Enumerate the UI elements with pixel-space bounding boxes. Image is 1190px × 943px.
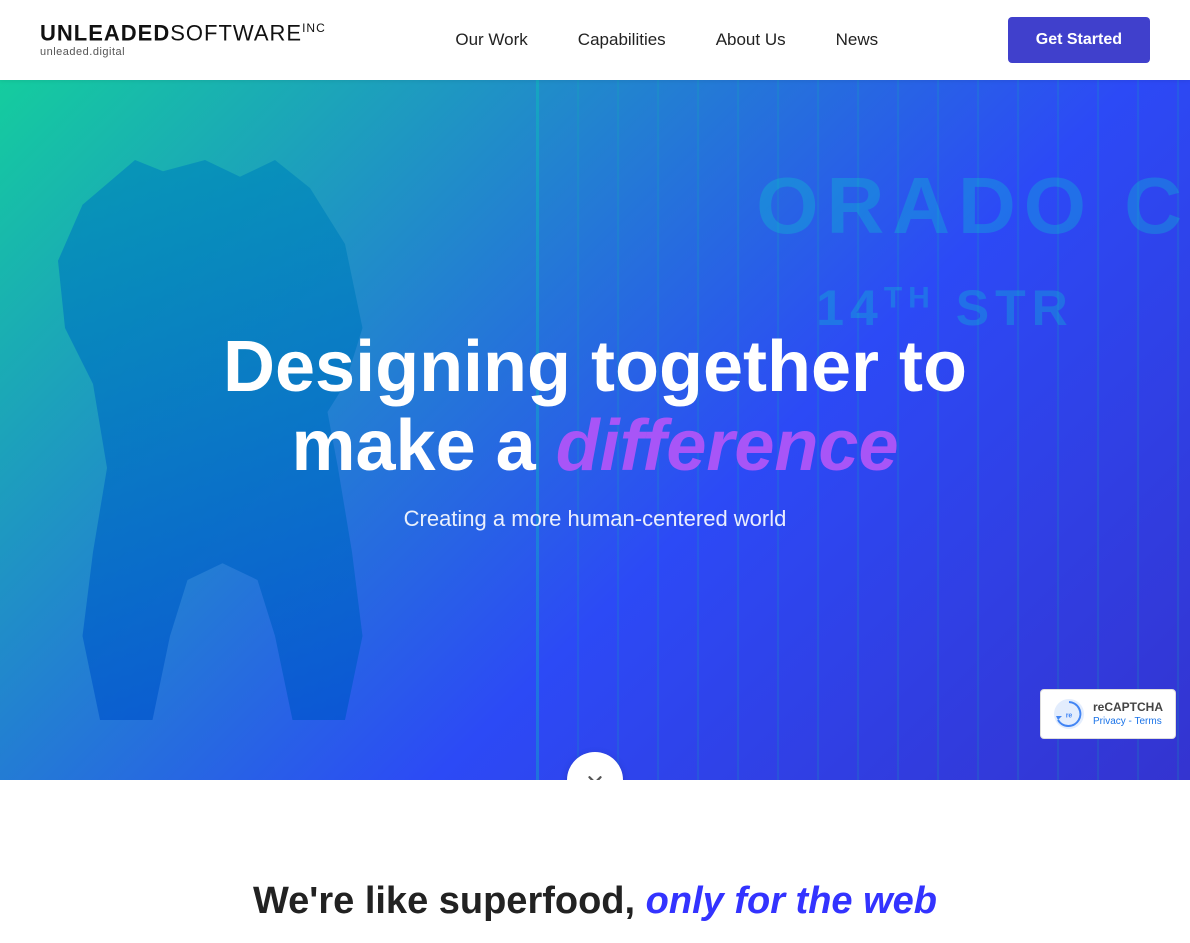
nav-item-capabilities[interactable]: Capabilities [578,30,666,50]
nav-item-our-work[interactable]: Our Work [455,30,527,50]
chevron-down-icon [584,769,606,780]
recaptcha-icon: re [1053,698,1085,730]
logo[interactable]: UNLEADEDSOFTWAREinc unleaded.digital [40,22,326,57]
nav-item-about-us[interactable]: About Us [716,30,786,50]
nav-link-our-work[interactable]: Our Work [455,30,527,49]
recaptcha-title: reCAPTCHA [1093,700,1163,716]
recaptcha-badge: re reCAPTCHA Privacy - Terms [1040,689,1176,739]
logo-sub: unleaded.digital [40,47,326,58]
recaptcha-links[interactable]: Privacy - Terms [1093,715,1163,728]
navbar: UNLEADEDSOFTWAREinc unleaded.digital Our… [0,0,1190,80]
nav-links: Our Work Capabilities About Us News [455,30,878,50]
recaptcha-text: reCAPTCHA Privacy - Terms [1093,700,1163,729]
nav-link-capabilities[interactable]: Capabilities [578,30,666,49]
below-hero-text-start: We're like superfood, [253,880,635,922]
hero-title: Designing together to make a difference [223,328,967,486]
logo-text: UNLEADEDSOFTWAREinc [40,22,326,44]
hero-title-line1: Designing together to [223,327,967,407]
nav-item-news[interactable]: News [836,30,879,50]
below-hero-text: We're like superfood, only for the web [0,840,1190,943]
get-started-button[interactable]: Get Started [1008,17,1150,63]
hero-title-line2: make a [291,406,555,486]
below-hero-text-colored: only for the web [646,880,937,922]
hero-section: ORADO C14TH STR Designing together to ma… [0,80,1190,780]
svg-text:re: re [1066,712,1073,719]
nav-link-news[interactable]: News [836,30,879,49]
hero-content: Designing together to make a difference … [0,80,1190,780]
below-hero-section: We're like superfood, only for the web [0,780,1190,943]
hero-subtitle: Creating a more human-centered world [404,506,787,532]
nav-link-about-us[interactable]: About Us [716,30,786,49]
hero-title-highlight: difference [556,406,899,486]
